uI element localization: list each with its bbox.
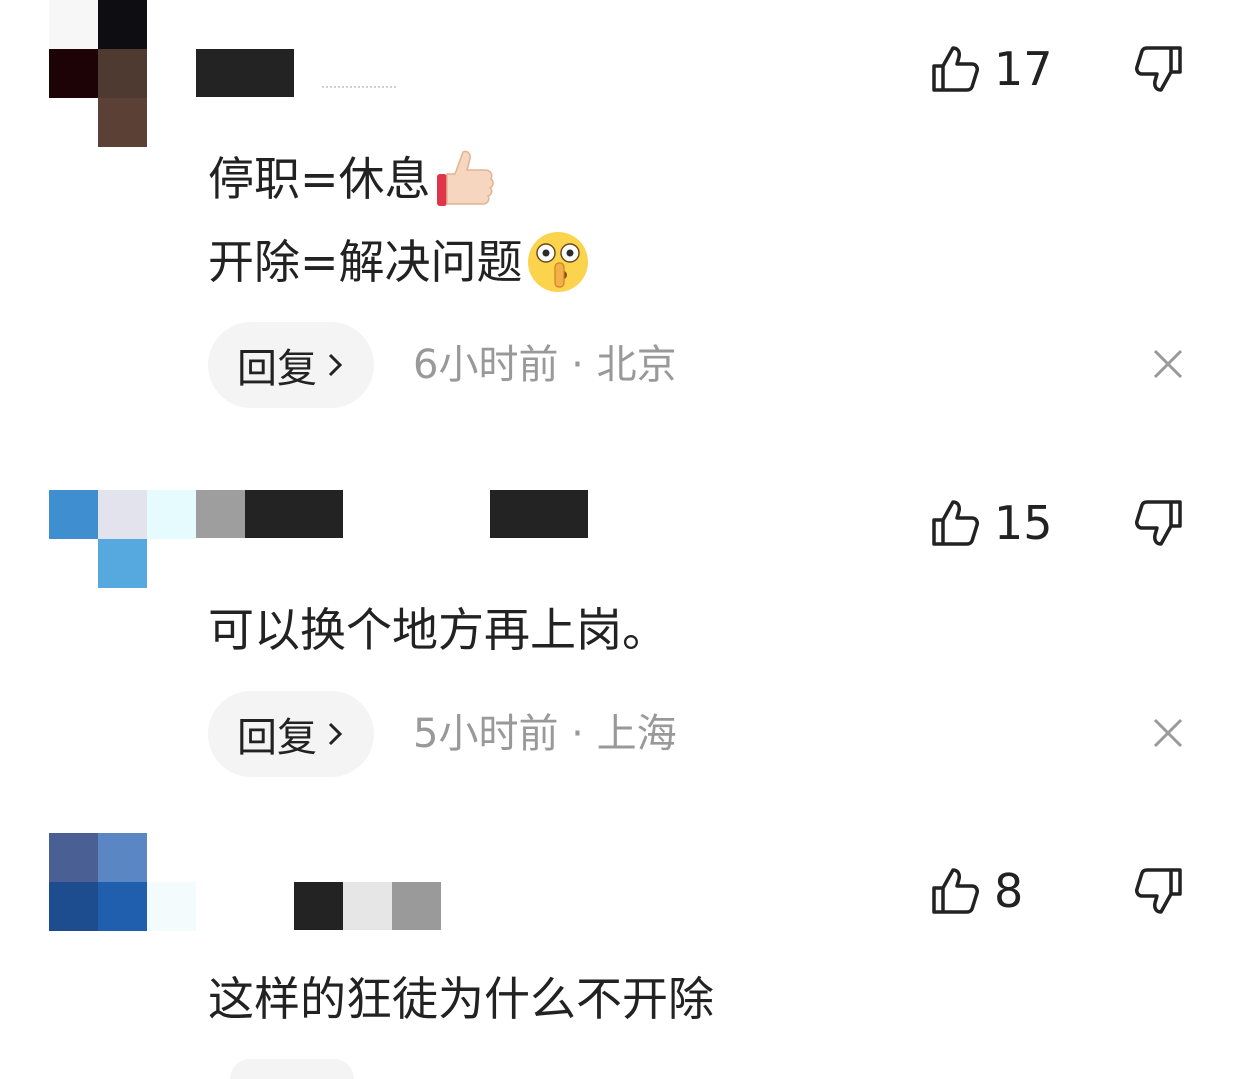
username-redacted[interactable]: [294, 882, 343, 930]
comment-text-line: 可以换个地方再上岗。: [208, 600, 668, 660]
username-redacted[interactable]: [196, 49, 294, 97]
like-count: 8: [994, 864, 1024, 918]
close-icon[interactable]: [1152, 348, 1184, 380]
avatar[interactable]: [49, 0, 147, 147]
thumbs-up-outline-icon: [932, 46, 979, 92]
comment-text-line: 开除=解决问题: [208, 229, 591, 295]
separator: ·: [558, 342, 597, 388]
chevron-right-icon: [328, 722, 343, 746]
thumbs-down-outline-icon[interactable]: [1134, 866, 1184, 916]
separator: ·: [558, 711, 597, 757]
thumbs-down-outline-icon[interactable]: [1134, 44, 1184, 94]
timestamp-location: 6小时前 · 北京: [413, 340, 677, 390]
timestamp: 6小时前: [413, 342, 559, 388]
shushing-face-emoji: [527, 232, 588, 292]
location: 上海: [596, 711, 677, 757]
comment-text-line: 这样的狂徒为什么不开除: [208, 969, 714, 1029]
thumbs-up-outline-icon: [932, 500, 979, 546]
username-redacted-dots: [322, 86, 396, 92]
reply-button[interactable]: 回复: [208, 322, 374, 408]
location: 北京: [596, 342, 677, 388]
reply-button[interactable]: 回复: [208, 691, 374, 777]
username-redacted[interactable]: [196, 490, 245, 538]
username-redacted[interactable]: [245, 490, 343, 538]
timestamp-location: 5小时前 · 上海: [413, 709, 677, 759]
timestamp: 5小时前: [413, 711, 559, 757]
like-count: 15: [994, 496, 1053, 550]
username-redacted[interactable]: [490, 490, 588, 538]
comment-text: 停职=休息: [208, 152, 431, 206]
like-button[interactable]: 8: [930, 866, 1023, 916]
thumbs-down-outline-icon[interactable]: [1134, 498, 1184, 548]
comment-text: 可以换个地方再上岗。: [208, 603, 668, 657]
comment-text: 开除=解决问题: [208, 235, 523, 289]
like-button[interactable]: 15: [930, 498, 1053, 548]
reply-label: 回复: [237, 346, 317, 392]
thumbs-up-outline-icon: [932, 868, 979, 914]
reply-button-partial[interactable]: [230, 1059, 354, 1079]
comment-text-line: 停职=休息: [208, 146, 499, 212]
close-icon[interactable]: [1152, 717, 1184, 749]
avatar[interactable]: [49, 833, 196, 980]
like-button[interactable]: 17: [930, 44, 1053, 94]
username-redacted[interactable]: [392, 882, 441, 930]
comment-text: 这样的狂徒为什么不开除: [208, 972, 714, 1026]
avatar[interactable]: [49, 490, 196, 637]
comment-meta: 回复 6小时前 · 北京: [208, 322, 1208, 408]
like-count: 17: [994, 42, 1053, 96]
username-redacted[interactable]: [343, 882, 392, 930]
chevron-right-icon: [328, 353, 343, 377]
reply-label: 回复: [237, 715, 317, 761]
thumbs-up-emoji: [436, 150, 494, 206]
comment-meta: 回复 5小时前 · 上海: [208, 691, 1208, 777]
